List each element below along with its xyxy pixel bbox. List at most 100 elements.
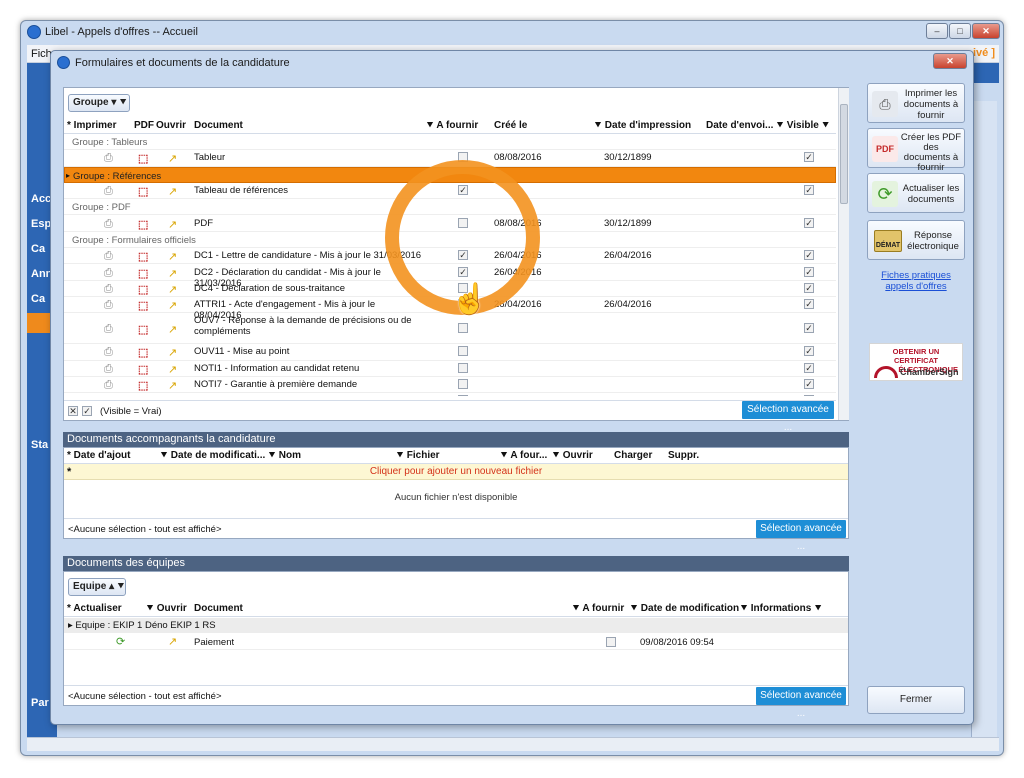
visible-checkbox[interactable]: ✓ bbox=[804, 379, 814, 389]
acc-col-date-modif[interactable]: ⯆ Date de modificati... bbox=[160, 450, 265, 461]
certificate-banner[interactable]: OBTENIR UN CERTIFICAT ÉLECTRONIQUE Chamb… bbox=[869, 343, 963, 381]
group-by-button[interactable]: Groupe ▾ ⯆ bbox=[68, 94, 130, 112]
open-icon[interactable]: ↗ bbox=[168, 635, 177, 648]
acc-col-fichier[interactable]: ⯆ Fichier bbox=[396, 450, 440, 461]
add-file-row[interactable]: * Cliquer pour ajouter un nouveau fichie… bbox=[64, 464, 848, 480]
document-row[interactable]: ⎙ ⬚ ↗ NOTI1 - Information au candidat reten… bbox=[64, 361, 836, 377]
pdf-icon[interactable]: ⬚ bbox=[138, 379, 148, 392]
pdf-icon[interactable]: ⬚ bbox=[138, 185, 148, 198]
col-imprimer[interactable]: * Imprimer bbox=[67, 120, 116, 131]
team-group-button[interactable]: Equipe ▴ ⯆ bbox=[68, 578, 126, 596]
visible-checkbox[interactable]: ✓ bbox=[804, 282, 814, 293]
print-icon[interactable]: ⎙ bbox=[104, 395, 113, 396]
create-pdf-button[interactable]: PDF Créer les PDF des documents à fourni… bbox=[867, 128, 965, 173]
open-icon[interactable]: ↗ bbox=[168, 379, 177, 392]
open-icon[interactable]: ↗ bbox=[168, 323, 177, 336]
visible-checkbox[interactable]: ✓ bbox=[804, 362, 814, 373]
fournir-checkbox[interactable] bbox=[458, 362, 468, 373]
print-icon[interactable]: ⎙ bbox=[104, 379, 113, 392]
sidebar-item-7[interactable]: Par bbox=[31, 697, 49, 709]
col-a-fournir[interactable]: ⯆ A fournir bbox=[426, 120, 478, 131]
sidebar-item-6[interactable]: Sta bbox=[31, 439, 48, 451]
open-icon[interactable]: ↗ bbox=[168, 250, 177, 263]
close-button[interactable]: ✕ bbox=[972, 23, 1000, 39]
visible-checkbox[interactable]: ✓ bbox=[804, 322, 814, 333]
print-documents-button[interactable]: ⎙ Imprimer les documents à fournir bbox=[867, 83, 965, 123]
print-icon[interactable]: ⎙ bbox=[104, 363, 113, 376]
pdf-icon[interactable]: ⬚ bbox=[138, 250, 148, 263]
visible-checkbox[interactable]: ✓ bbox=[804, 217, 814, 228]
group-row[interactable]: Groupe : Tableurs bbox=[64, 134, 836, 151]
acc-col-a-fournir[interactable]: ⯆ A four... bbox=[500, 450, 547, 461]
open-icon[interactable]: ↗ bbox=[168, 283, 177, 296]
team-col-date-modif[interactable]: ⯆ Date de modification bbox=[630, 603, 739, 614]
pdf-icon[interactable]: ⬚ bbox=[138, 299, 148, 312]
print-icon[interactable]: ⎙ bbox=[104, 283, 113, 296]
team-group-row[interactable]: ▸ Equipe : EKIP 1 Déno EKIP 1 RS bbox=[64, 618, 848, 633]
visible-checkbox[interactable]: ✓ bbox=[804, 250, 814, 261]
document-row[interactable]: ⎙ ⬚ ↗ OUV11 - Mise au point ✓ bbox=[64, 344, 836, 361]
col-date-impression[interactable]: ⯆ Date d'impression bbox=[594, 120, 691, 131]
open-icon[interactable]: ↗ bbox=[168, 218, 177, 231]
col-date-envoi[interactable]: Date d'envoi... bbox=[706, 120, 773, 131]
menu-fichier[interactable]: Fich bbox=[31, 48, 52, 60]
open-icon[interactable]: ↗ bbox=[168, 152, 177, 165]
print-icon[interactable]: ⎙ bbox=[104, 346, 113, 359]
print-icon[interactable]: ⎙ bbox=[104, 323, 113, 336]
visible-checkbox[interactable]: ✓ bbox=[804, 299, 814, 310]
visible-checkbox[interactable]: ✓ bbox=[804, 152, 814, 163]
visible-checkbox[interactable]: ✓ bbox=[804, 185, 814, 196]
teams-advanced-button[interactable]: Sélection avancée ... bbox=[756, 687, 846, 719]
pdf-icon[interactable]: ⬚ bbox=[138, 363, 148, 376]
document-row[interactable]: ⎙ ⬚ ↗ OUV7 - Réponse à la demande de précis… bbox=[64, 313, 836, 345]
filter-toggle-checkbox[interactable]: ✓ bbox=[82, 406, 92, 416]
refresh-documents-button[interactable]: ⟳ Actualiser les documents bbox=[867, 173, 965, 213]
acc-col-charger[interactable]: Charger bbox=[614, 450, 652, 461]
print-icon[interactable]: ⎙ bbox=[104, 185, 113, 198]
practical-sheets-link[interactable]: Fiches pratiques appels d'offres bbox=[867, 270, 965, 292]
pdf-icon[interactable]: ⬚ bbox=[138, 346, 148, 359]
sidebar-item-3[interactable]: Ca bbox=[31, 243, 45, 255]
visible-checkbox[interactable]: ✓ bbox=[804, 266, 814, 277]
col-cree-le[interactable]: Créé le bbox=[494, 120, 527, 131]
col-visible[interactable]: ⯆ Visible ⯆ bbox=[776, 120, 830, 131]
open-icon[interactable]: ↗ bbox=[168, 299, 177, 312]
pdf-icon[interactable]: ⬚ bbox=[138, 323, 148, 336]
pdf-icon[interactable]: ⬚ bbox=[138, 283, 148, 296]
forms-scrollbar[interactable] bbox=[838, 88, 849, 420]
dialog-close-button[interactable]: ✕ bbox=[933, 53, 967, 69]
pdf-icon[interactable]: ⬚ bbox=[138, 395, 148, 396]
team-col-ouvrir[interactable]: ⯆ Ouvrir bbox=[146, 603, 187, 614]
electronic-reply-button[interactable]: DÉMAT Réponse électronique bbox=[867, 220, 965, 260]
acc-col-date-ajout[interactable]: * Date d'ajout bbox=[67, 450, 131, 461]
pdf-icon[interactable]: ⬚ bbox=[138, 267, 148, 280]
print-icon[interactable]: ⎙ bbox=[104, 267, 113, 280]
acc-col-ouvrir[interactable]: ⯆ Ouvrir bbox=[552, 450, 593, 461]
visible-checkbox[interactable]: ✓ bbox=[804, 346, 814, 357]
team-col-informations[interactable]: ⯆ Informations ⯆ bbox=[740, 603, 822, 614]
team-col-document[interactable]: Document bbox=[194, 603, 243, 614]
fournir-checkbox[interactable] bbox=[458, 395, 468, 396]
visible-checkbox[interactable]: ✓ bbox=[804, 395, 814, 396]
maximize-button[interactable]: □ bbox=[949, 23, 971, 39]
close-dialog-button[interactable]: Fermer bbox=[867, 686, 965, 714]
print-icon[interactable]: ⎙ bbox=[104, 152, 113, 165]
forms-advanced-button[interactable]: Sélection avancée ... bbox=[742, 401, 834, 433]
print-icon[interactable]: ⎙ bbox=[104, 299, 113, 312]
document-row[interactable]: ⎙ ⬚ ↗ NOTI8 - Caution personnelle et solida… bbox=[64, 393, 836, 396]
acc-col-suppr[interactable]: Suppr. bbox=[668, 450, 699, 461]
add-file-text[interactable]: Cliquer pour ajouter un nouveau fichier bbox=[64, 466, 848, 477]
document-row[interactable]: ⎙ ⬚ ↗ NOTI7 - Garantie à première demande ✓ bbox=[64, 377, 836, 394]
sidebar-item-5[interactable]: Ca bbox=[31, 293, 45, 305]
accompanying-advanced-button[interactable]: Sélection avancée ... bbox=[756, 520, 846, 552]
sidebar-item-2[interactable]: Esp bbox=[31, 218, 51, 230]
sidebar-item-1[interactable]: Acc bbox=[31, 193, 51, 205]
team-col-a-fournir[interactable]: ⯆ A fournir bbox=[572, 603, 624, 614]
open-icon[interactable]: ↗ bbox=[168, 267, 177, 280]
fournir-checkbox[interactable] bbox=[458, 322, 468, 333]
col-document[interactable]: Document bbox=[194, 120, 243, 131]
open-icon[interactable]: ↗ bbox=[168, 346, 177, 359]
print-icon[interactable]: ⎙ bbox=[104, 250, 113, 263]
refresh-icon[interactable]: ⟳ bbox=[116, 635, 125, 648]
forms-scrollbar-thumb[interactable] bbox=[840, 104, 848, 204]
